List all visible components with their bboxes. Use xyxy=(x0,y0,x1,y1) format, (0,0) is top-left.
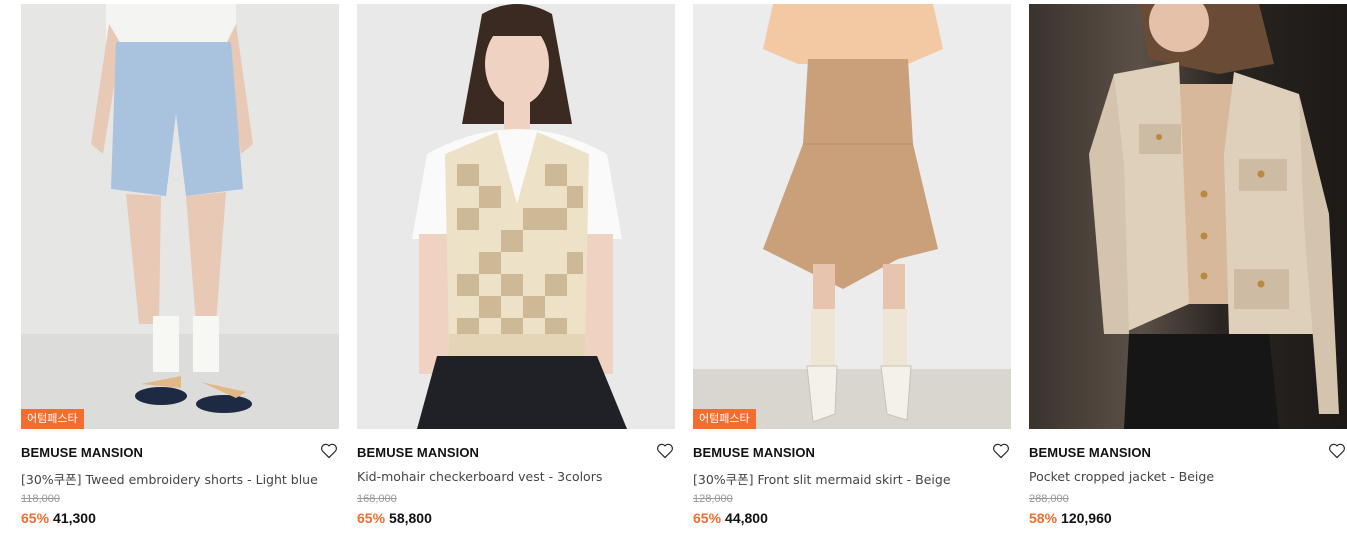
promo-badge: 어텀페스타 xyxy=(21,409,84,429)
product-photo-skirt xyxy=(693,4,1011,429)
price-row: 58% 120,960 xyxy=(1029,510,1112,526)
product-title[interactable]: Pocket cropped jacket - Beige xyxy=(1029,469,1214,484)
product-card[interactable]: BEMUSE MANSION Kid-mohair checkerboard v… xyxy=(357,4,675,534)
product-card[interactable]: 어텀페스타 BEMUSE MANSION [30%쿠폰] Tweed embro… xyxy=(21,4,339,534)
heart-outline-icon[interactable] xyxy=(992,443,1010,459)
original-price: 168,000 xyxy=(357,493,397,505)
product-title[interactable]: [30%쿠폰] Front slit mermaid skirt - Beige xyxy=(693,469,951,488)
price-row: 65% 41,300 xyxy=(21,510,96,526)
product-photo-vest xyxy=(357,4,675,429)
discount-rate: 65% xyxy=(21,510,50,526)
brand-name[interactable]: BEMUSE MANSION xyxy=(693,445,815,460)
product-photo-jacket xyxy=(1029,4,1347,429)
sale-price: 58,800 xyxy=(389,510,432,526)
product-card[interactable]: BEMUSE MANSION Pocket cropped jacket - B… xyxy=(1029,4,1347,534)
price-row: 65% 58,800 xyxy=(357,510,432,526)
product-photo-shorts xyxy=(21,4,339,429)
brand-name[interactable]: BEMUSE MANSION xyxy=(357,445,479,460)
sale-price: 120,960 xyxy=(1061,510,1112,526)
heart-outline-icon[interactable] xyxy=(1328,443,1346,459)
brand-name[interactable]: BEMUSE MANSION xyxy=(1029,445,1151,460)
product-image[interactable] xyxy=(357,4,675,429)
brand-name[interactable]: BEMUSE MANSION xyxy=(21,445,143,460)
original-price: 118,000 xyxy=(21,493,60,505)
product-image[interactable]: 어텀페스타 xyxy=(693,4,1011,429)
original-price: 128,000 xyxy=(693,493,733,505)
price-row: 65% 44,800 xyxy=(693,510,768,526)
sale-price: 41,300 xyxy=(53,510,96,526)
discount-rate: 65% xyxy=(693,510,722,526)
product-image[interactable]: 어텀페스타 xyxy=(21,4,339,429)
discount-rate: 58% xyxy=(1029,510,1058,526)
promo-badge: 어텀페스타 xyxy=(693,409,756,429)
heart-outline-icon[interactable] xyxy=(656,443,674,459)
product-title[interactable]: Kid-mohair checkerboard vest - 3colors xyxy=(357,469,602,484)
product-grid: 어텀페스타 BEMUSE MANSION [30%쿠폰] Tweed embro… xyxy=(0,0,1347,536)
heart-outline-icon[interactable] xyxy=(320,443,338,459)
original-price: 288,000 xyxy=(1029,493,1069,505)
sale-price: 44,800 xyxy=(725,510,768,526)
product-image[interactable] xyxy=(1029,4,1347,429)
product-title[interactable]: [30%쿠폰] Tweed embroidery shorts - Light … xyxy=(21,469,318,488)
product-card[interactable]: 어텀페스타 BEMUSE MANSION [30%쿠폰] Front slit … xyxy=(693,4,1011,534)
discount-rate: 65% xyxy=(357,510,386,526)
